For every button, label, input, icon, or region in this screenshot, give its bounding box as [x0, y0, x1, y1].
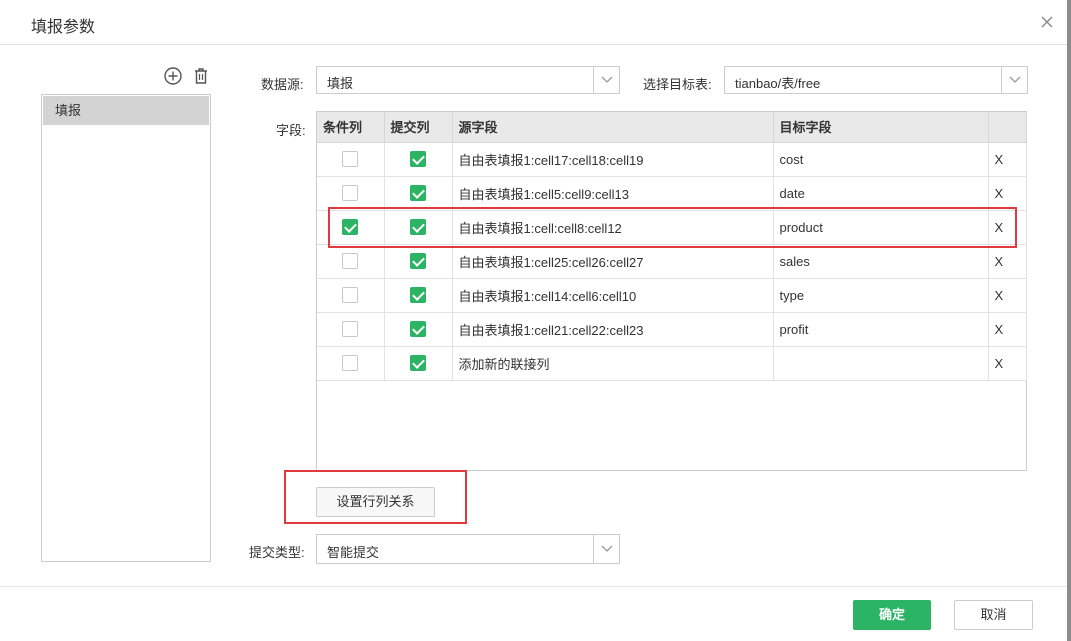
table-row: 添加新的联接列 X [317, 346, 1027, 381]
datasource-select[interactable]: 填报 [316, 66, 620, 94]
remove-row-button[interactable]: X [988, 312, 1027, 347]
table-row: 自由表填报1:cell25:cell26:cell27 sales X [317, 244, 1027, 279]
remove-row-button[interactable]: X [988, 176, 1027, 211]
condition-cell [317, 278, 385, 313]
remove-row-button[interactable]: X [988, 278, 1027, 313]
fields-table: 条件列 提交列 源字段 目标字段 自由表填报1:cell17:cell18:ce… [316, 111, 1027, 471]
footer-divider [0, 586, 1067, 587]
condition-cell [317, 210, 385, 245]
condition-checkbox[interactable] [342, 185, 359, 202]
target-table-select[interactable]: tianbao/表/free [724, 66, 1028, 94]
submit-cell [384, 244, 453, 279]
header-condition: 条件列 [317, 112, 385, 143]
dialog-title: 填报参数 [31, 19, 96, 36]
chevron-down-icon[interactable] [1001, 67, 1027, 93]
target-field-cell[interactable]: sales [773, 244, 989, 279]
left-toolbar [163, 66, 211, 86]
condition-cell [317, 244, 385, 279]
submit-checkbox[interactable] [410, 219, 426, 236]
fill-params-dialog: 填报参数 填报 数据源: 填报 选择目标表: tianbao/表/free 字段… [0, 0, 1067, 641]
remove-row-button[interactable]: X [988, 210, 1027, 245]
submit-checkbox[interactable] [410, 287, 426, 304]
submit-checkbox[interactable] [410, 321, 426, 338]
condition-checkbox[interactable] [342, 287, 359, 304]
condition-cell [317, 312, 385, 347]
table-row: 自由表填报1:cell17:cell18:cell19 cost X [317, 142, 1027, 177]
condition-cell [317, 142, 385, 177]
target-field-cell[interactable]: date [773, 176, 989, 211]
datasource-label: 数据源: [261, 77, 304, 92]
table-row: 自由表填报1:cell:cell8:cell12 product X [317, 210, 1027, 245]
source-field-cell[interactable]: 自由表填报1:cell21:cell22:cell23 [452, 312, 774, 347]
header-source: 源字段 [452, 112, 774, 143]
table-row: 自由表填报1:cell21:cell22:cell23 profit X [317, 312, 1027, 347]
condition-checkbox[interactable] [342, 219, 359, 236]
submit-cell [384, 142, 453, 177]
remove-row-button[interactable]: X [988, 142, 1027, 177]
datasource-value: 填报 [327, 76, 354, 91]
source-field-cell[interactable]: 自由表填报1:cell14:cell6:cell10 [452, 278, 774, 313]
submit-type-select[interactable]: 智能提交 [316, 534, 620, 564]
close-icon[interactable] [1036, 11, 1058, 33]
table-row: 自由表填报1:cell5:cell9:cell13 date X [317, 176, 1027, 211]
remove-row-button[interactable]: X [988, 346, 1027, 381]
table-row: 自由表填报1:cell14:cell6:cell10 type X [317, 278, 1027, 313]
submit-cell [384, 346, 453, 381]
submit-checkbox[interactable] [410, 151, 426, 168]
submit-type-label: 提交类型: [249, 545, 305, 560]
chevron-down-icon[interactable] [593, 535, 619, 563]
source-field-cell[interactable]: 自由表填报1:cell17:cell18:cell19 [452, 142, 774, 177]
condition-checkbox[interactable] [342, 151, 359, 168]
submit-cell [384, 176, 453, 211]
target-field-cell[interactable]: type [773, 278, 989, 313]
condition-checkbox[interactable] [342, 355, 359, 372]
add-circle-icon[interactable] [163, 66, 183, 86]
source-field-cell[interactable]: 自由表填报1:cell5:cell9:cell13 [452, 176, 774, 211]
source-field-cell[interactable]: 自由表填报1:cell:cell8:cell12 [452, 210, 774, 245]
submit-checkbox[interactable] [410, 185, 426, 202]
condition-cell [317, 346, 385, 381]
param-list-item[interactable]: 填报 [43, 96, 209, 125]
chevron-down-icon[interactable] [593, 67, 619, 93]
table-header-row: 条件列 提交列 源字段 目标字段 [317, 112, 1027, 143]
header-submit: 提交列 [384, 112, 453, 143]
target-field-cell[interactable]: profit [773, 312, 989, 347]
trash-icon[interactable] [191, 66, 211, 86]
target-field-cell[interactable]: cost [773, 142, 989, 177]
header-target: 目标字段 [773, 112, 989, 143]
ok-button[interactable]: 确定 [853, 600, 931, 630]
target-table-value: tianbao/表/free [735, 76, 821, 91]
set-relation-button[interactable]: 设置行列关系 [316, 487, 435, 517]
target-table-label: 选择目标表: [643, 77, 712, 92]
cancel-button[interactable]: 取消 [954, 600, 1033, 630]
source-field-cell[interactable]: 添加新的联接列 [452, 346, 774, 381]
source-field-cell[interactable]: 自由表填报1:cell25:cell26:cell27 [452, 244, 774, 279]
condition-checkbox[interactable] [342, 253, 359, 270]
dialog-header: 填报参数 [0, 0, 1067, 45]
condition-cell [317, 176, 385, 211]
submit-checkbox[interactable] [410, 355, 426, 372]
condition-checkbox[interactable] [342, 321, 359, 338]
header-remove [988, 112, 1027, 143]
fields-label: 字段: [276, 123, 306, 138]
submit-cell [384, 210, 453, 245]
submit-cell [384, 278, 453, 313]
remove-row-button[interactable]: X [988, 244, 1027, 279]
param-list: 填报 [41, 94, 211, 562]
submit-checkbox[interactable] [410, 253, 426, 270]
target-field-cell[interactable]: product [773, 210, 989, 245]
submit-type-value: 智能提交 [327, 545, 380, 560]
submit-cell [384, 312, 453, 347]
target-field-cell[interactable] [773, 346, 989, 381]
